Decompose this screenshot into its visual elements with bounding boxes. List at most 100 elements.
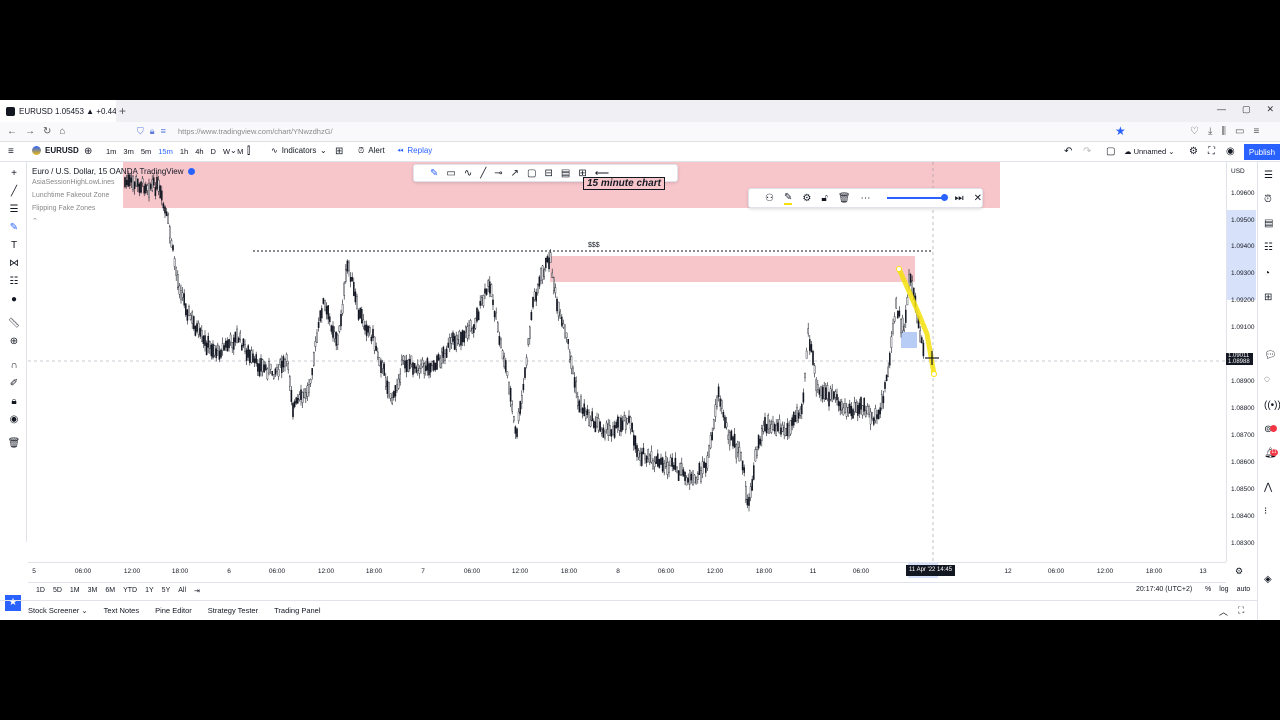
timeframe-W[interactable]: W: [223, 147, 230, 156]
delete-drawing-icon[interactable]: 🗑︎: [838, 193, 851, 204]
timeframe-D[interactable]: D: [211, 147, 216, 156]
ray-icon[interactable]: ↗: [511, 168, 519, 179]
undo-icon[interactable]: ↶: [1064, 146, 1072, 157]
scale-percent[interactable]: %: [1205, 586, 1211, 593]
home-icon[interactable]: ⌂: [59, 126, 65, 137]
horizontal-ray-icon[interactable]: ⊸: [494, 168, 502, 179]
library-icon[interactable]: ⫼: [1221, 126, 1226, 137]
symbol-search[interactable]: EURUSD: [32, 146, 79, 155]
chevron-down-icon[interactable]: ⌄: [230, 146, 237, 155]
sidebar-icon[interactable]: ▭: [1235, 126, 1244, 137]
highlighter-end-handle[interactable]: [931, 371, 937, 377]
alert-button[interactable]: ⏰︎ Alert: [358, 146, 385, 156]
panel-tab-pine-editor[interactable]: Pine Editor: [147, 606, 200, 615]
timeframe-4h[interactable]: 4h: [195, 147, 203, 156]
redo-icon[interactable]: ↷: [1083, 146, 1091, 157]
collapse-panel-icon[interactable]: ︿: [1219, 605, 1228, 618]
timeframe-1h[interactable]: 1h: [180, 147, 188, 156]
legend-collapse-icon[interactable]: ⌃: [32, 216, 195, 228]
dot-icon[interactable]: ●: [7, 294, 21, 305]
timeframe-1m[interactable]: 1m: [106, 147, 116, 156]
close-window-icon[interactable]: ✕: [1266, 104, 1274, 115]
templates-icon[interactable]: ⊞: [335, 146, 343, 157]
callout-icon[interactable]: ▢: [527, 168, 536, 179]
range-1d[interactable]: 1D: [36, 587, 45, 594]
bookmark-star-icon[interactable]: ★: [1115, 124, 1126, 138]
compare-plus-icon[interactable]: ⊕: [84, 146, 92, 157]
currency-selector[interactable]: USD: [1231, 168, 1245, 175]
crosshair-icon[interactable]: +: [7, 168, 21, 179]
lock-icon[interactable]: 🔒︎: [7, 396, 21, 407]
lock-draw-icon[interactable]: ✐: [7, 378, 21, 389]
indicator-2[interactable]: Lunchtime Fakeout Zone: [32, 190, 195, 202]
rectangle-icon[interactable]: ▭: [446, 168, 455, 179]
goto-date-icon[interactable]: ⇥: [194, 587, 200, 595]
legend-status-icon[interactable]: [188, 168, 196, 175]
range-5d[interactable]: 5D: [53, 587, 62, 594]
pocket-icon[interactable]: ♡: [1190, 126, 1199, 137]
skip-icon[interactable]: ⏭︎: [955, 193, 964, 204]
chart-text-label[interactable]: 15 minute chart: [583, 177, 665, 190]
panel-tab-stock-screener[interactable]: Stock Screener ⌄: [0, 606, 96, 615]
settings-gear-icon[interactable]: ⚙: [1189, 146, 1198, 157]
shield-icon[interactable]: ⛉: [137, 126, 144, 137]
magnet-icon[interactable]: ∩: [7, 360, 21, 371]
browser-tab[interactable]: EURUSD 1.05453 ▲ +0.44% Un ✕: [0, 100, 116, 122]
range-5y[interactable]: 5Y: [162, 587, 171, 594]
time-axis[interactable]: 11 Apr '22 14:45 5 06:00 12:00 18:00 6 06:00 1…: [28, 562, 1226, 578]
timeframe-15m[interactable]: 15m: [158, 147, 173, 156]
text-icon[interactable]: T: [7, 240, 21, 251]
panel-tab-text-notes[interactable]: Text Notes: [96, 606, 147, 615]
back-icon[interactable]: ←: [7, 126, 17, 137]
chart-area[interactable]: Euro / U.S. Dollar, 15 OANDA TradingView…: [28, 162, 1226, 562]
scale-auto[interactable]: auto: [1237, 586, 1251, 593]
news-icon[interactable]: ☷: [1264, 242, 1273, 253]
reload-icon[interactable]: ↻: [43, 126, 51, 137]
fib-icon[interactable]: ☰: [7, 204, 21, 215]
data-window-icon[interactable]: ▤: [1264, 218, 1273, 229]
streams-icon[interactable]: ((•)): [1264, 400, 1280, 411]
indicator-3[interactable]: Flipping Fake Zones: [32, 203, 195, 215]
dom-icon[interactable]: ⁝: [1264, 506, 1267, 517]
maximize-panel-icon[interactable]: ⛶: [1238, 605, 1244, 618]
timeframe-M[interactable]: M: [237, 147, 243, 156]
panel-tab-strategy-tester[interactable]: Strategy Tester: [200, 606, 266, 615]
permissions-icon[interactable]: ≡: [161, 126, 166, 137]
layout-icon[interactable]: ▢: [1106, 146, 1115, 157]
fullscreen-icon[interactable]: ⛶: [1208, 146, 1215, 157]
watchlist-icon[interactable]: ☰: [1264, 170, 1273, 181]
zoom-icon[interactable]: ⊕: [7, 336, 21, 347]
url-input[interactable]: https://www.tradingview.com/chart/YNwzdh…: [178, 127, 333, 136]
chart-type-icon[interactable]: ⫿: [247, 146, 250, 157]
minimize-icon[interactable]: —: [1217, 104, 1226, 115]
timeframe-5m[interactable]: 5m: [141, 147, 151, 156]
settings-icon[interactable]: ⚙: [802, 193, 811, 204]
help-icon[interactable]: ⋀: [1264, 482, 1272, 493]
camera-icon[interactable]: ◉: [1226, 146, 1235, 157]
indicator-1[interactable]: AsiaSessionHighLowLines: [32, 177, 195, 189]
ruler-icon[interactable]: 📏︎: [7, 318, 21, 329]
ideas-icon[interactable]: ◌: [1264, 374, 1270, 385]
panel-tab-trading-panel[interactable]: Trading Panel: [266, 606, 328, 615]
publish-button[interactable]: Publish: [1244, 144, 1280, 160]
color-pen-icon[interactable]: ✎: [783, 192, 793, 205]
new-tab-button[interactable]: +: [119, 104, 126, 118]
hamburger-menu-icon[interactable]: ≡: [8, 146, 14, 157]
opacity-slider[interactable]: [886, 194, 948, 201]
brush-icon[interactable]: ✎: [7, 222, 21, 233]
clock-timezone[interactable]: 20:17:40 (UTC+2): [1136, 586, 1192, 593]
maximize-icon[interactable]: ▢: [1242, 104, 1251, 115]
close-icon[interactable]: ✕: [974, 193, 982, 204]
measure-icon[interactable]: ☷: [7, 276, 21, 287]
download-icon[interactable]: ⤓: [1208, 126, 1212, 137]
replay-button[interactable]: ⏪︎ Replay: [397, 146, 432, 156]
template-icon[interactable]: ⚇: [765, 193, 774, 204]
more-icon[interactable]: ⋯: [861, 193, 871, 204]
chevron-down-icon[interactable]: ⌄: [320, 146, 327, 155]
forward-icon[interactable]: →: [25, 126, 35, 137]
eye-icon[interactable]: ◉: [7, 414, 21, 425]
calendar-icon[interactable]: ◔: [1264, 268, 1270, 279]
layers-icon[interactable]: ◈: [1264, 574, 1272, 585]
chat-icon[interactable]: 💬︎: [1264, 350, 1277, 361]
range-ytd[interactable]: YTD: [123, 587, 137, 594]
